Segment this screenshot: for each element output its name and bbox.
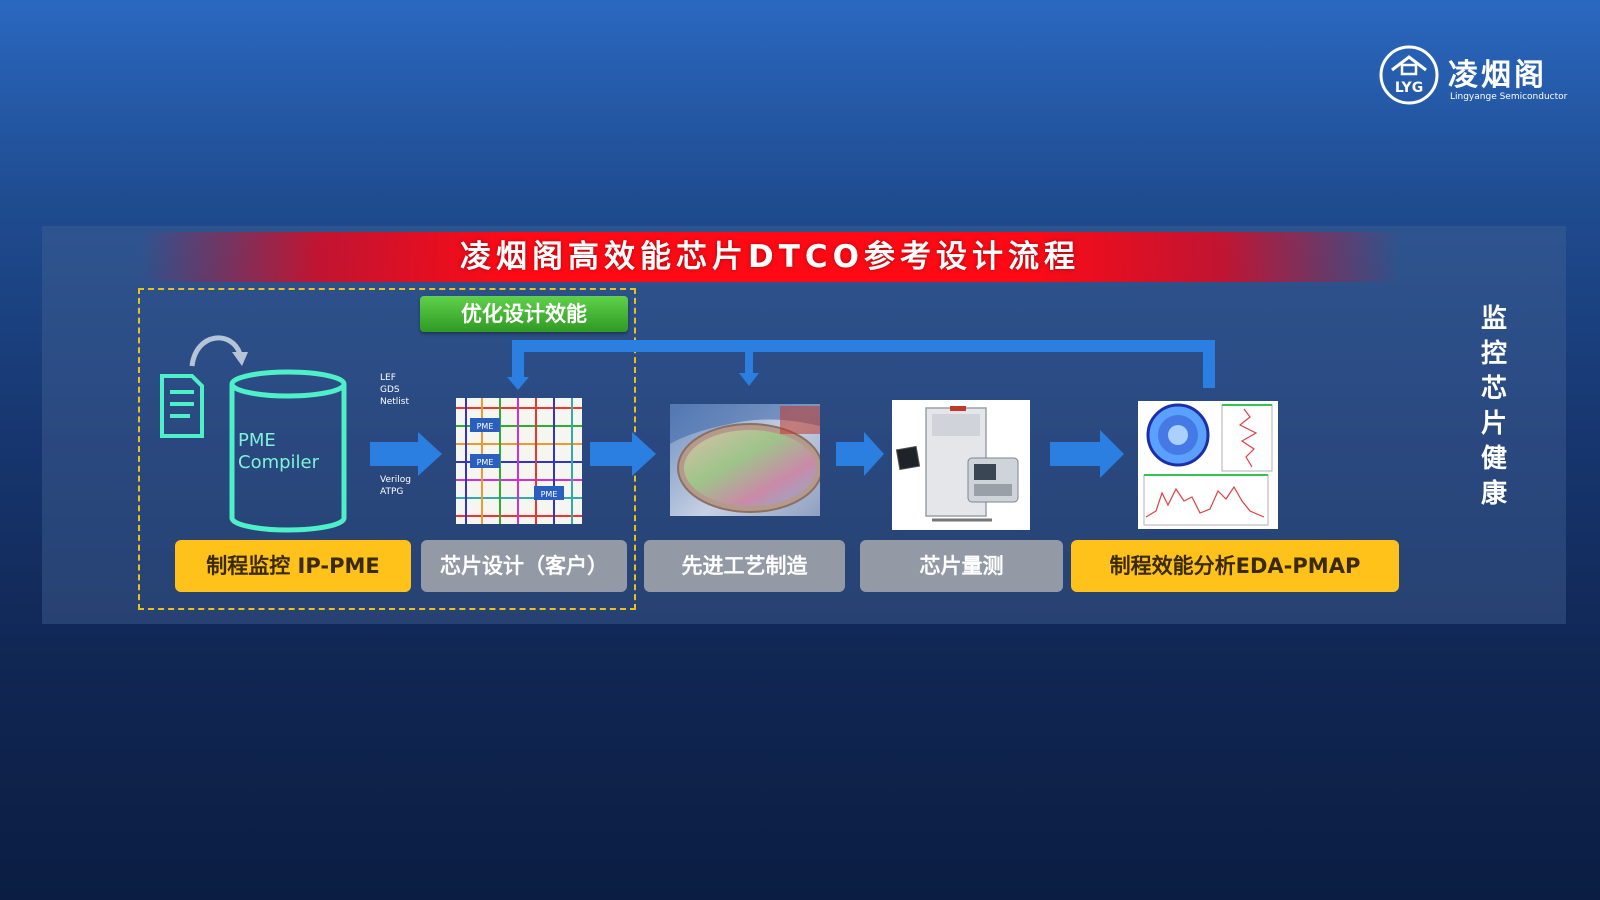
io-labels-bottom: Verilog ATPG	[380, 474, 411, 498]
right-arrow-icon-3	[836, 432, 884, 476]
compiler-label-line1: PME	[238, 430, 276, 451]
document-icon	[160, 374, 204, 438]
right-arrow-icon-2	[590, 432, 656, 476]
io-label-verilog: Verilog	[380, 475, 411, 485]
side-char-3: 芯	[1480, 374, 1507, 404]
io-label-atpg: ATPG	[380, 487, 404, 497]
feedback-bracket-arrow-icon	[507, 340, 1215, 390]
chip-tag-pme-3: PME	[541, 490, 558, 499]
compiler-label: PME Compiler	[238, 430, 319, 474]
side-label-monitor-chip-health: 监 控 芯 片 健 康	[1474, 302, 1514, 512]
side-char-4: 片	[1480, 409, 1507, 439]
side-char-5: 健	[1480, 444, 1507, 474]
right-arrow-icon-4	[1050, 430, 1124, 478]
chip-layout-image: PME PME PME	[456, 398, 582, 524]
step-advanced-process: 先进工艺制造	[644, 540, 845, 592]
right-arrow-icon-1	[370, 432, 442, 476]
step-chip-design: 芯片设计（客户）	[421, 540, 627, 592]
chip-tag-pme-1: PME	[477, 422, 494, 431]
analysis-plot-image	[1138, 401, 1278, 529]
step-pmap-eda: 制程效能分析EDA-PMAP	[1071, 540, 1399, 592]
chip-tag-pme-2: PME	[477, 458, 494, 467]
measurement-equipment-image	[892, 400, 1030, 530]
side-char-2: 控	[1480, 339, 1507, 369]
step-pme-ip: 制程监控 IP-PME	[175, 540, 411, 592]
io-label-gds: GDS	[380, 385, 400, 395]
side-char-1: 监	[1480, 304, 1507, 334]
io-labels-top: LEF GDS Netlist	[380, 372, 409, 408]
wafer-image	[670, 404, 820, 516]
step-chip-measurement: 芯片量测	[860, 540, 1063, 592]
cycle-arrow-icon	[189, 335, 248, 367]
io-label-netlist: Netlist	[380, 397, 410, 407]
io-label-lef: LEF	[380, 373, 396, 383]
compiler-label-line2: Compiler	[238, 452, 320, 473]
side-char-6: 康	[1480, 479, 1507, 509]
